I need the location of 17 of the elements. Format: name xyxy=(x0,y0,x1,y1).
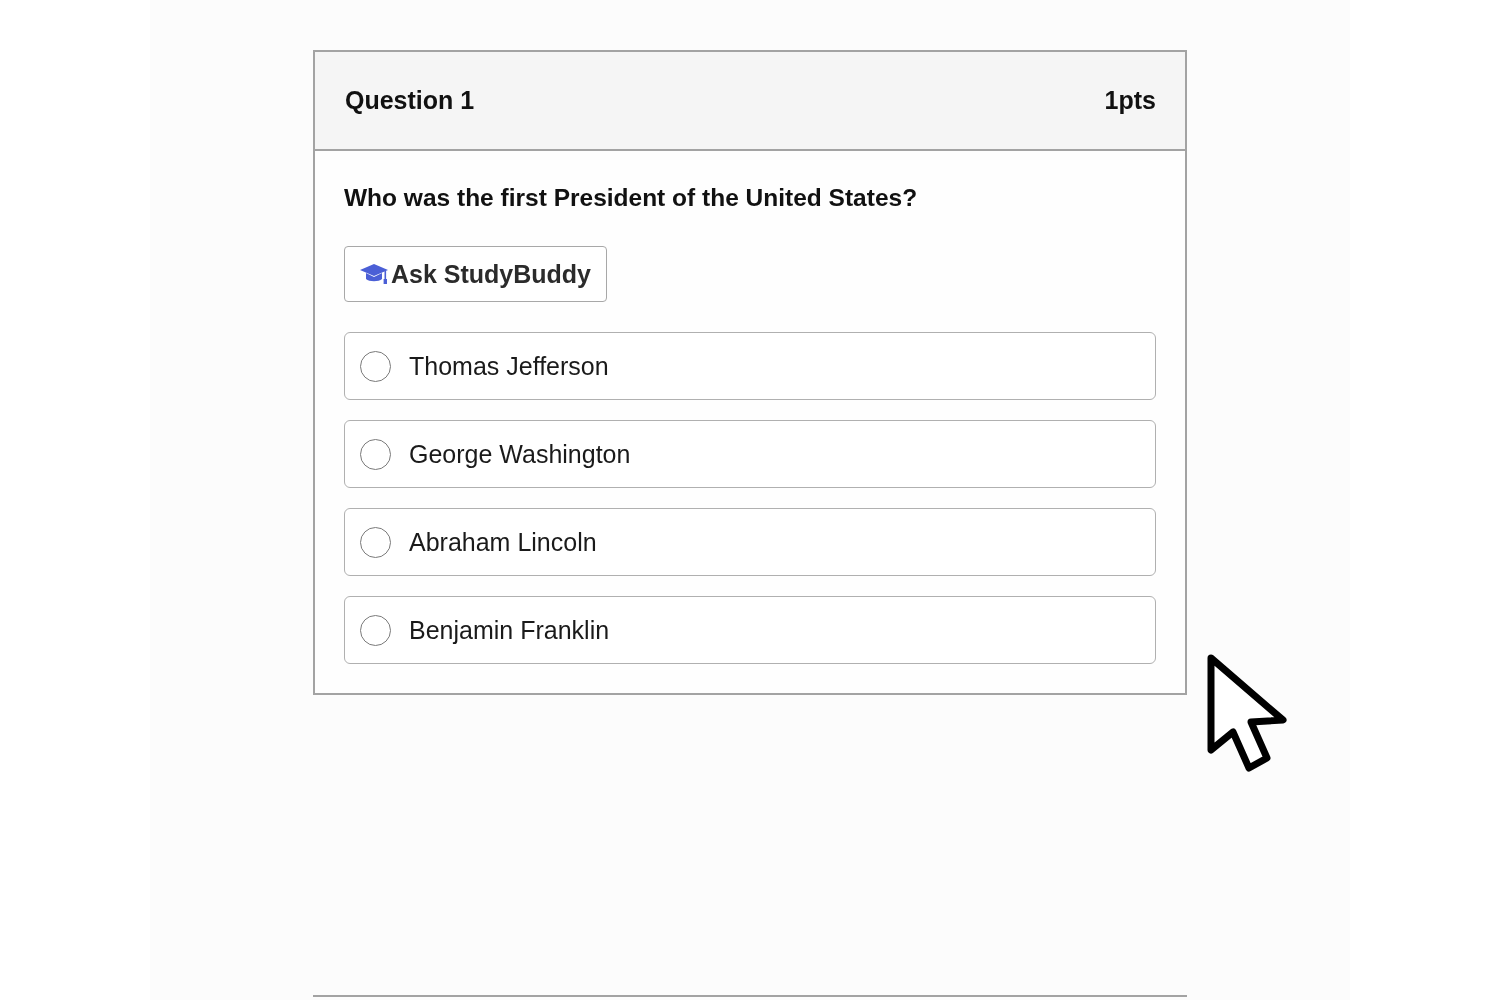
radio-button[interactable] xyxy=(360,526,391,558)
answer-option[interactable]: Thomas Jefferson xyxy=(344,332,1156,400)
option-label: Abraham Lincoln xyxy=(409,527,597,557)
question-text: Who was the first President of the United States? xyxy=(344,183,918,213)
question-points: 1pts xyxy=(1104,86,1156,115)
radio-button[interactable] xyxy=(360,614,391,646)
ask-studybuddy-button[interactable]: Ask StudyBuddy xyxy=(344,246,608,302)
question-title: Question 1 xyxy=(345,86,475,115)
graduation-cap-icon xyxy=(360,264,388,284)
radio-button[interactable] xyxy=(360,438,391,470)
option-label: Thomas Jefferson xyxy=(409,351,609,381)
option-label: Benjamin Franklin xyxy=(409,615,610,645)
radio-button[interactable] xyxy=(360,350,391,382)
answer-option[interactable]: Abraham Lincoln xyxy=(344,508,1156,576)
option-label: George Washington xyxy=(409,439,631,469)
answer-option[interactable]: George Washington xyxy=(344,420,1156,488)
answer-option[interactable]: Benjamin Franklin xyxy=(344,596,1156,664)
